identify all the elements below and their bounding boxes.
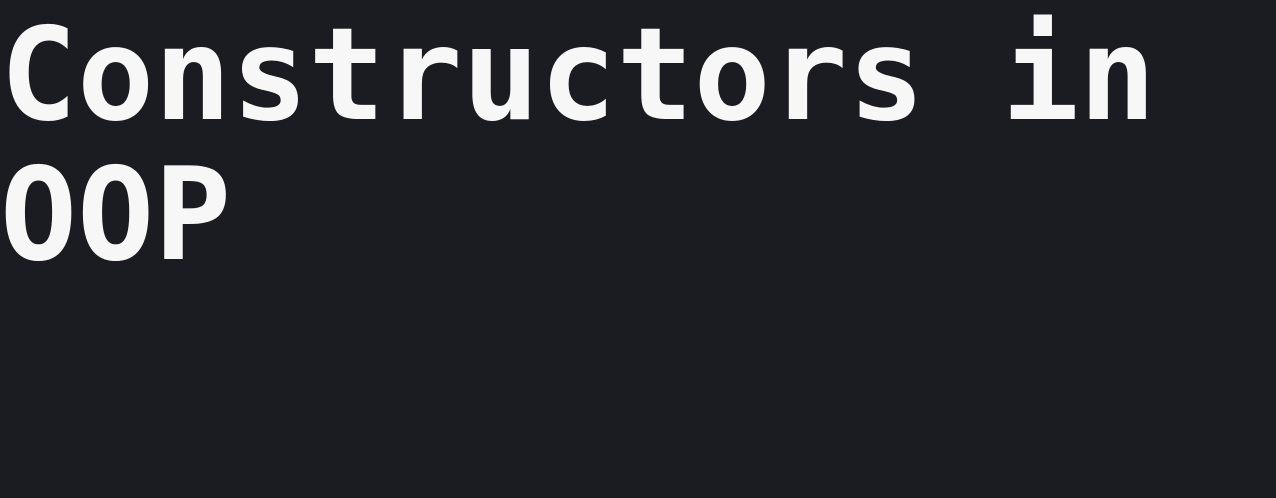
page-canvas: Constructors in OOP	[0, 0, 1276, 498]
page-title: Constructors in OOP	[0, 1, 1156, 290]
